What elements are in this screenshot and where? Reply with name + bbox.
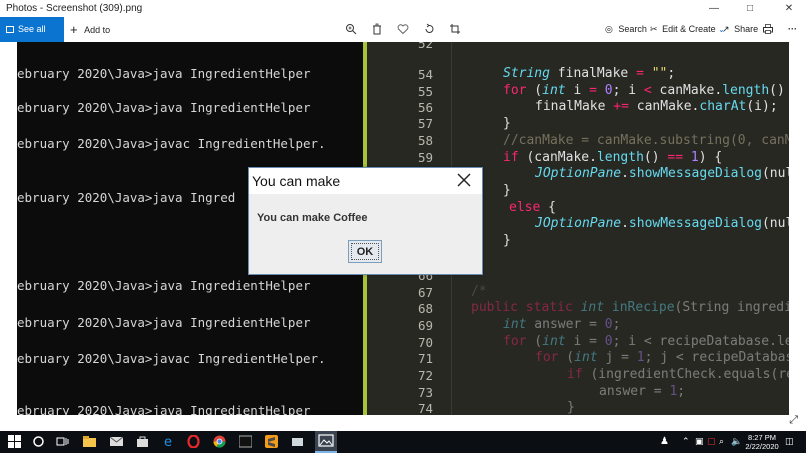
add-to-button[interactable]: + Add to <box>70 17 110 42</box>
terminal-line: ebruary 2020\Java>java IngredientHelper <box>17 66 311 81</box>
terminal-line: ebruary 2020\Java>javac IngredientHelper… <box>17 136 326 151</box>
code-line: if (canMake.length() == 1) { <box>503 150 723 165</box>
search-label: Search <box>618 24 647 34</box>
photo-viewer: ebruary 2020\Java>java IngredientHelper … <box>0 42 806 431</box>
see-all-photos-button[interactable]: See all photos <box>0 17 64 59</box>
clock-date: 2/22/2020 <box>745 442 779 451</box>
code-line: for (int i = 0; i < canMake.length() - <box>503 83 785 98</box>
line-number: 69 <box>417 318 433 333</box>
search-icon: ◎ <box>605 24 613 34</box>
line-number: 55 <box>417 84 433 99</box>
search-button[interactable]: ◎ Search <box>605 17 647 42</box>
title-bar: Photos - Screenshot (309).png — □ ✕ <box>0 0 806 17</box>
terminal-line: ebruary 2020\Java>java IngredientHelper <box>17 278 311 293</box>
mail-icon[interactable] <box>109 435 124 448</box>
edit-create-label: Edit & Create <box>662 24 716 34</box>
code-line: String finalMake = ""; <box>503 66 676 81</box>
code-line: } <box>503 183 511 198</box>
code-line: if (ingredientCheck.equals(rec <box>567 367 789 382</box>
message-dialog: You can make You can make Coffee OK <box>248 167 483 275</box>
ok-button-label: OK <box>351 243 379 260</box>
photos-toolbar: See all photos + Add to ◎ Search ✂ Edit … <box>0 17 806 59</box>
line-number: 73 <box>417 385 433 400</box>
line-number: 56 <box>417 100 433 115</box>
line-number: 52 <box>417 42 433 51</box>
dialog-title-bar: You can make <box>249 168 482 194</box>
code-line: JOptionPane.showMessageDialog(null <box>535 166 789 181</box>
store-icon[interactable] <box>136 435 149 448</box>
code-line: for (int i = 0; i < recipeDatabase.len <box>503 334 789 349</box>
share-label: Share <box>734 24 759 34</box>
code-line: } <box>503 116 511 131</box>
code-line: } <box>567 400 575 415</box>
code-line: //canMake = canMake.substring(0, canMa <box>503 133 789 148</box>
code-line: for (int j = 1; j < recipeDatabase <box>535 350 789 365</box>
crop-icon[interactable] <box>449 23 461 35</box>
edge-icon[interactable]: e <box>163 435 176 450</box>
dialog-message: You can make Coffee <box>257 212 368 224</box>
more-options-button[interactable]: ··· <box>788 17 797 42</box>
edit-create-button[interactable]: ✂ Edit & Create ⌄ <box>650 17 725 42</box>
photos-app-icon[interactable] <box>315 431 337 453</box>
edit-icon: ✂ <box>650 24 658 34</box>
terminal-line: ebruary 2020\Java>java IngredientHelper <box>17 403 311 415</box>
expand-icon[interactable]: ⤢ <box>789 414 798 427</box>
terminal-line: ebruary 2020\Java>javac IngredientHelper… <box>17 351 326 366</box>
line-number: 54 <box>417 67 433 82</box>
minimize-button[interactable]: — <box>697 0 731 17</box>
delete-icon[interactable] <box>371 23 383 35</box>
line-number: 58 <box>417 133 433 148</box>
task-view-icon[interactable] <box>56 435 69 448</box>
terminal-line: ebruary 2020\Java>java Ingred <box>17 190 236 205</box>
terminal-app-icon[interactable] <box>238 435 253 448</box>
taskbar: e ♟ ⌃ ▣ ▢ ⌕ 🔈 8:27 PM 2/22/2020 ◫ <box>0 431 806 453</box>
line-number: 67 <box>417 285 433 300</box>
code-line: finalMake += canMake.charAt(i); <box>535 99 778 114</box>
photos-icon <box>6 26 14 33</box>
dialog-close-icon[interactable] <box>455 171 473 189</box>
line-number: 72 <box>417 368 433 383</box>
ok-button[interactable]: OK <box>348 240 382 263</box>
window-title: Photos - Screenshot (309).png <box>6 3 143 14</box>
line-number: 71 <box>417 351 433 366</box>
file-explorer-icon[interactable] <box>83 435 96 448</box>
svg-text:e: e <box>164 435 172 448</box>
code-line: answer = 1; <box>599 384 686 399</box>
heart-icon[interactable] <box>397 23 409 35</box>
windows-start-icon[interactable] <box>8 435 21 448</box>
line-number: 68 <box>417 301 433 316</box>
code-line: } <box>503 233 511 248</box>
opera-icon[interactable] <box>187 434 200 449</box>
share-button[interactable]: ↗ Share <box>722 17 758 42</box>
terminal-line: ebruary 2020\Java>java IngredientHelper <box>17 100 311 115</box>
clock[interactable]: 8:27 PM 2/22/2020 <box>744 431 780 453</box>
code-line: JOptionPane.showMessageDialog(null <box>535 216 789 231</box>
line-number: 57 <box>417 116 433 131</box>
close-button[interactable]: ✕ <box>772 0 806 17</box>
maximize-button[interactable]: □ <box>733 0 767 17</box>
screenshot-image: ebruary 2020\Java>java IngredientHelper … <box>17 42 789 415</box>
print-icon[interactable] <box>762 23 774 35</box>
clock-time: 8:27 PM <box>748 433 776 442</box>
sublime-text-icon[interactable] <box>265 435 278 448</box>
plus-icon: + <box>70 22 78 37</box>
code-line: /* <box>471 284 487 299</box>
code-line: else { <box>509 200 556 215</box>
rotate-icon[interactable] <box>423 23 435 35</box>
line-number: 59 <box>417 150 433 165</box>
line-number: 74 <box>417 401 433 415</box>
add-to-label: Add to <box>84 25 111 35</box>
app-icon[interactable] <box>291 435 304 448</box>
code-line: public static int inRecipe(String ingred… <box>471 300 789 315</box>
code-line: int answer = 0; <box>503 317 621 332</box>
dialog-title: You can make <box>252 173 341 189</box>
cortana-icon[interactable] <box>32 435 45 448</box>
zoom-icon[interactable] <box>345 23 357 35</box>
terminal-line: ebruary 2020\Java>java IngredientHelper <box>17 315 311 330</box>
chrome-icon[interactable] <box>213 435 226 448</box>
share-icon: ↗ <box>722 24 730 34</box>
line-number: 70 <box>417 335 433 350</box>
